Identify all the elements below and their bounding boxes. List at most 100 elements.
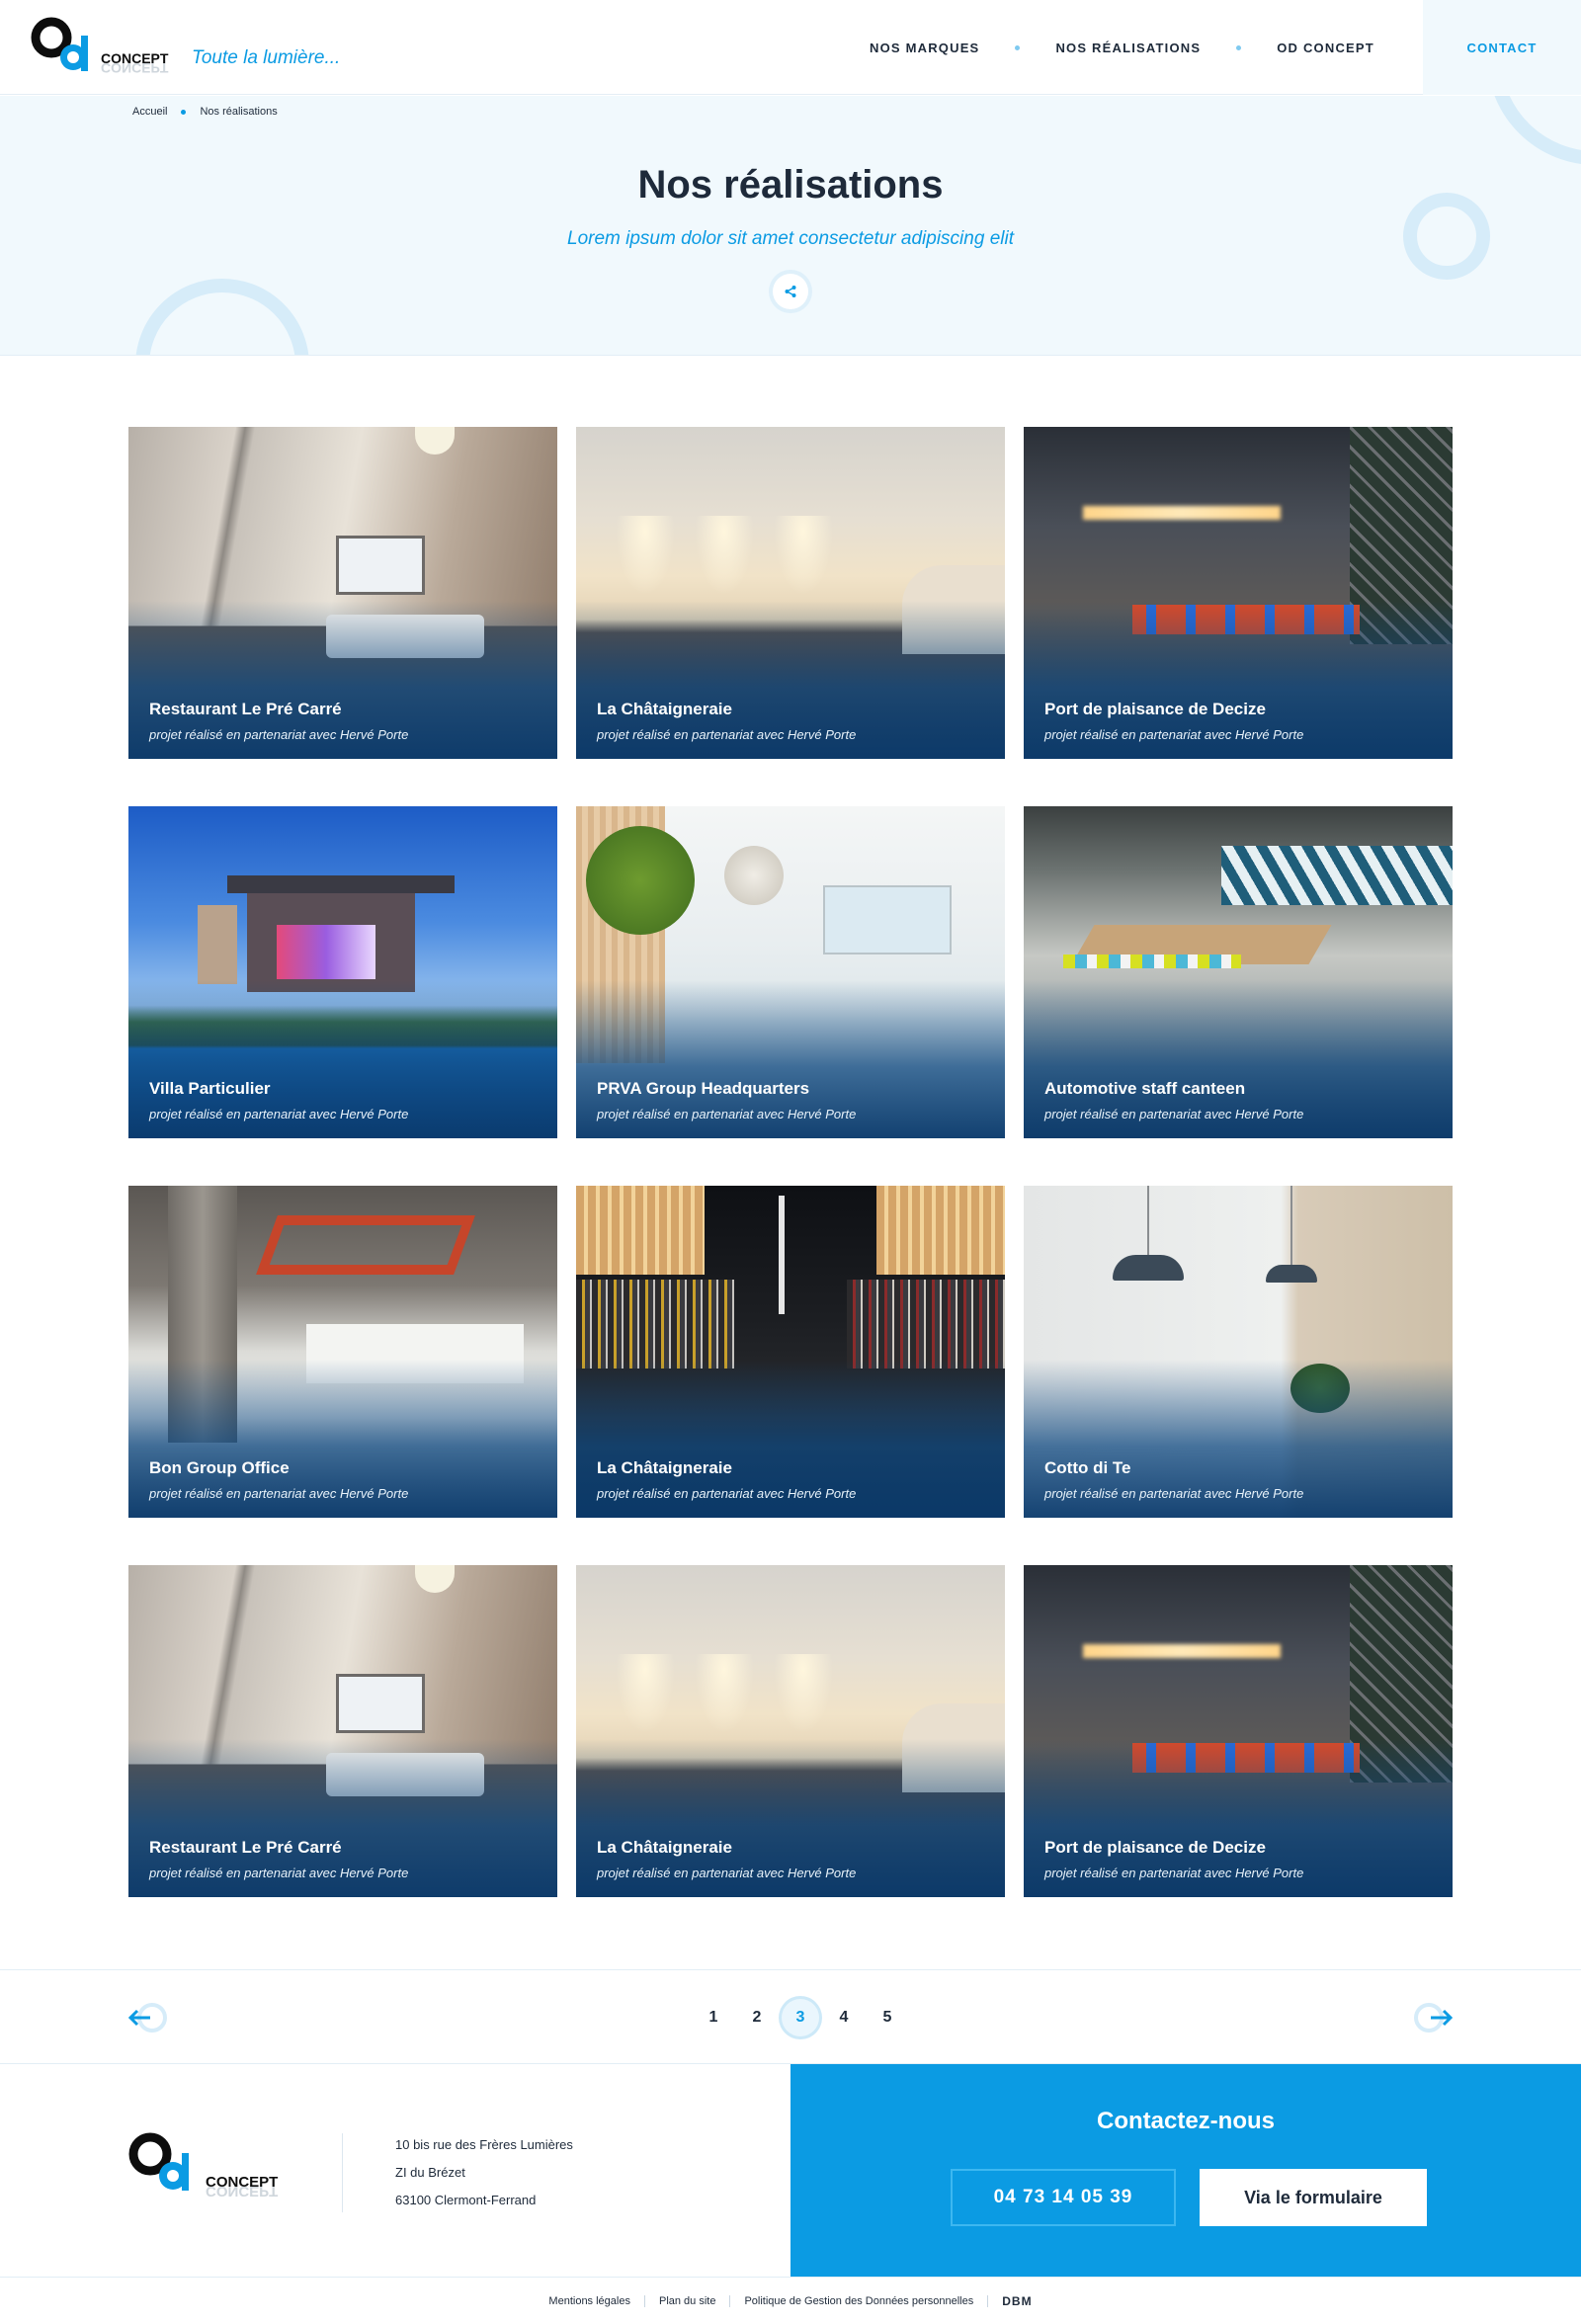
- legal-mentions-link[interactable]: Mentions légales: [548, 2295, 630, 2307]
- project-title: Port de plaisance de Decize: [1044, 1838, 1266, 1857]
- legal-bar: Mentions légales Plan du site Politique …: [0, 2277, 1581, 2324]
- page-1[interactable]: 1: [692, 1998, 735, 2037]
- project-title: Bon Group Office: [149, 1458, 290, 1477]
- agency-credit-link[interactable]: DBM: [1002, 2294, 1032, 2308]
- nav-nos-realisations[interactable]: NOS RÉALISATIONS: [1055, 41, 1201, 55]
- project-card[interactable]: La Châtaigneraie projet réalisé en parte…: [576, 1186, 1005, 1518]
- photo-detail: [1083, 1644, 1281, 1658]
- photo-detail: [779, 1196, 785, 1314]
- project-subtitle: projet réalisé en partenariat avec Hervé…: [597, 1866, 857, 1880]
- site-footer: CONCEPT CONCEPT 10 bis rue des Frères Lu…: [0, 2064, 1581, 2277]
- tagline: Toute la lumière...: [192, 47, 341, 68]
- photo-detail: [1290, 1186, 1292, 1265]
- breadcrumb-home[interactable]: Accueil: [132, 106, 167, 118]
- legal-separator: [643, 2294, 645, 2307]
- project-card[interactable]: Restaurant Le Pré Carré projet réalisé e…: [128, 1565, 557, 1897]
- photo-detail: [695, 516, 754, 595]
- project-subtitle: projet réalisé en partenariat avec Hervé…: [597, 1486, 857, 1501]
- project-subtitle: projet réalisé en partenariat avec Hervé…: [1044, 1107, 1304, 1121]
- footer-logo-reflection: CONCEPT: [206, 2183, 278, 2200]
- contact-title: Contactez-nous: [1097, 2108, 1275, 2134]
- page-5[interactable]: 5: [866, 1998, 909, 2037]
- project-title: Restaurant Le Pré Carré: [149, 1838, 342, 1857]
- project-card[interactable]: Automotive staff canteen projet réalisé …: [1024, 806, 1453, 1138]
- footer-divider: [342, 2133, 343, 2212]
- project-card[interactable]: Cotto di Te projet réalisé en partenaria…: [1024, 1186, 1453, 1518]
- share-icon: [785, 286, 796, 297]
- nav-nos-marques[interactable]: NOS MARQUES: [870, 41, 979, 55]
- photo-detail: [774, 516, 833, 595]
- projects-grid: Restaurant Le Pré Carré projet réalisé e…: [128, 427, 1453, 1897]
- project-card[interactable]: Port de plaisance de Decize projet réali…: [1024, 1565, 1453, 1897]
- project-card[interactable]: Port de plaisance de Decize projet réali…: [1024, 427, 1453, 759]
- photo-detail: [876, 1186, 1005, 1275]
- page-numbers: 1 2 3 4 5: [692, 1998, 909, 2037]
- project-card[interactable]: La Châtaigneraie projet réalisé en parte…: [576, 1565, 1005, 1897]
- company-address: 10 bis rue des Frères Lumières ZI du Bré…: [395, 2131, 573, 2214]
- contact-form-button[interactable]: Via le formulaire: [1200, 2169, 1427, 2226]
- photo-detail: [576, 1280, 734, 1369]
- project-title: Restaurant Le Pré Carré: [149, 700, 342, 718]
- hero-banner: Accueil Nos réalisations Nos réalisation…: [0, 96, 1581, 356]
- logo-text-reflection: CONCEPT: [101, 60, 169, 76]
- breadcrumb-separator: [181, 109, 187, 115]
- privacy-policy-link[interactable]: Politique de Gestion des Données personn…: [744, 2295, 973, 2307]
- photo-detail: [586, 826, 695, 935]
- photo-detail: [227, 875, 455, 893]
- phone-button[interactable]: 04 73 14 05 39: [951, 2169, 1176, 2226]
- photo-detail: [695, 1654, 754, 1733]
- project-title: La Châtaigneraie: [597, 1838, 732, 1857]
- contact-nav-button[interactable]: CONTACT: [1423, 0, 1581, 95]
- photo-detail: [1221, 846, 1453, 905]
- project-card[interactable]: Restaurant Le Pré Carré projet réalisé e…: [128, 427, 557, 759]
- project-subtitle: projet réalisé en partenariat avec Hervé…: [597, 727, 857, 742]
- page-4[interactable]: 4: [822, 1998, 866, 2037]
- project-subtitle: projet réalisé en partenariat avec Hervé…: [597, 1107, 857, 1121]
- address-line-3: 63100 Clermont-Ferrand: [395, 2193, 537, 2207]
- photo-detail: [847, 1280, 1005, 1369]
- photo-detail: [724, 846, 784, 905]
- project-card[interactable]: Bon Group Office projet réalisé en parte…: [128, 1186, 557, 1518]
- footer-logo[interactable]: CONCEPT CONCEPT: [128, 2129, 291, 2204]
- photo-detail: [1113, 1255, 1184, 1281]
- main-nav: NOS MARQUES NOS RÉALISATIONS OD CONCEPT: [870, 0, 1374, 95]
- project-title: PRVA Group Headquarters: [597, 1079, 810, 1098]
- od-concept-logo[interactable]: CONCEPT CONCEPT: [30, 14, 178, 83]
- project-card[interactable]: La Châtaigneraie projet réalisé en parte…: [576, 427, 1005, 759]
- project-subtitle: projet réalisé en partenariat avec Hervé…: [149, 1486, 409, 1501]
- photo-detail: [823, 885, 952, 954]
- current-page-indicator: 3: [782, 1999, 819, 2036]
- project-subtitle: projet réalisé en partenariat avec Hervé…: [1044, 727, 1304, 742]
- address-line-1: 10 bis rue des Frères Lumières: [395, 2137, 573, 2152]
- project-title: Cotto di Te: [1044, 1458, 1131, 1477]
- share-button[interactable]: [773, 274, 808, 309]
- address-line-2: ZI du Brézet: [395, 2165, 465, 2180]
- nav-separator: [1236, 44, 1242, 50]
- pagination: 1 2 3 4 5: [0, 1969, 1581, 2064]
- project-title: La Châtaigneraie: [597, 1458, 732, 1477]
- page-title: Nos réalisations: [637, 163, 944, 207]
- project-card[interactable]: PRVA Group Headquarters projet réalisé e…: [576, 806, 1005, 1138]
- decorative-ring: [135, 279, 309, 355]
- page-3-current[interactable]: 3: [779, 1998, 822, 2037]
- project-title: La Châtaigneraie: [597, 700, 732, 718]
- next-page-button[interactable]: [1411, 2000, 1455, 2035]
- project-subtitle: projet réalisé en partenariat avec Hervé…: [149, 727, 409, 742]
- photo-detail: [1083, 506, 1281, 520]
- photo-detail: [1266, 1265, 1317, 1283]
- project-subtitle: projet réalisé en partenariat avec Hervé…: [149, 1107, 409, 1121]
- photo-detail: [198, 905, 237, 984]
- previous-page-button[interactable]: [126, 2000, 170, 2035]
- photo-detail: [774, 1654, 833, 1733]
- project-card[interactable]: Villa Particulier projet réalisé en part…: [128, 806, 557, 1138]
- site-header: CONCEPT CONCEPT Toute la lumière... NOS …: [0, 0, 1581, 95]
- page-2[interactable]: 2: [735, 1998, 779, 2037]
- breadcrumb-current: Nos réalisations: [200, 106, 278, 118]
- arrow-right-icon: [1414, 2003, 1454, 2033]
- sitemap-link[interactable]: Plan du site: [659, 2295, 715, 2307]
- project-subtitle: projet réalisé en partenariat avec Hervé…: [1044, 1866, 1304, 1880]
- decorative-ring: [1487, 96, 1581, 165]
- photo-detail: [256, 1215, 475, 1275]
- arrow-left-icon: [127, 2003, 167, 2033]
- nav-od-concept[interactable]: OD CONCEPT: [1277, 41, 1374, 55]
